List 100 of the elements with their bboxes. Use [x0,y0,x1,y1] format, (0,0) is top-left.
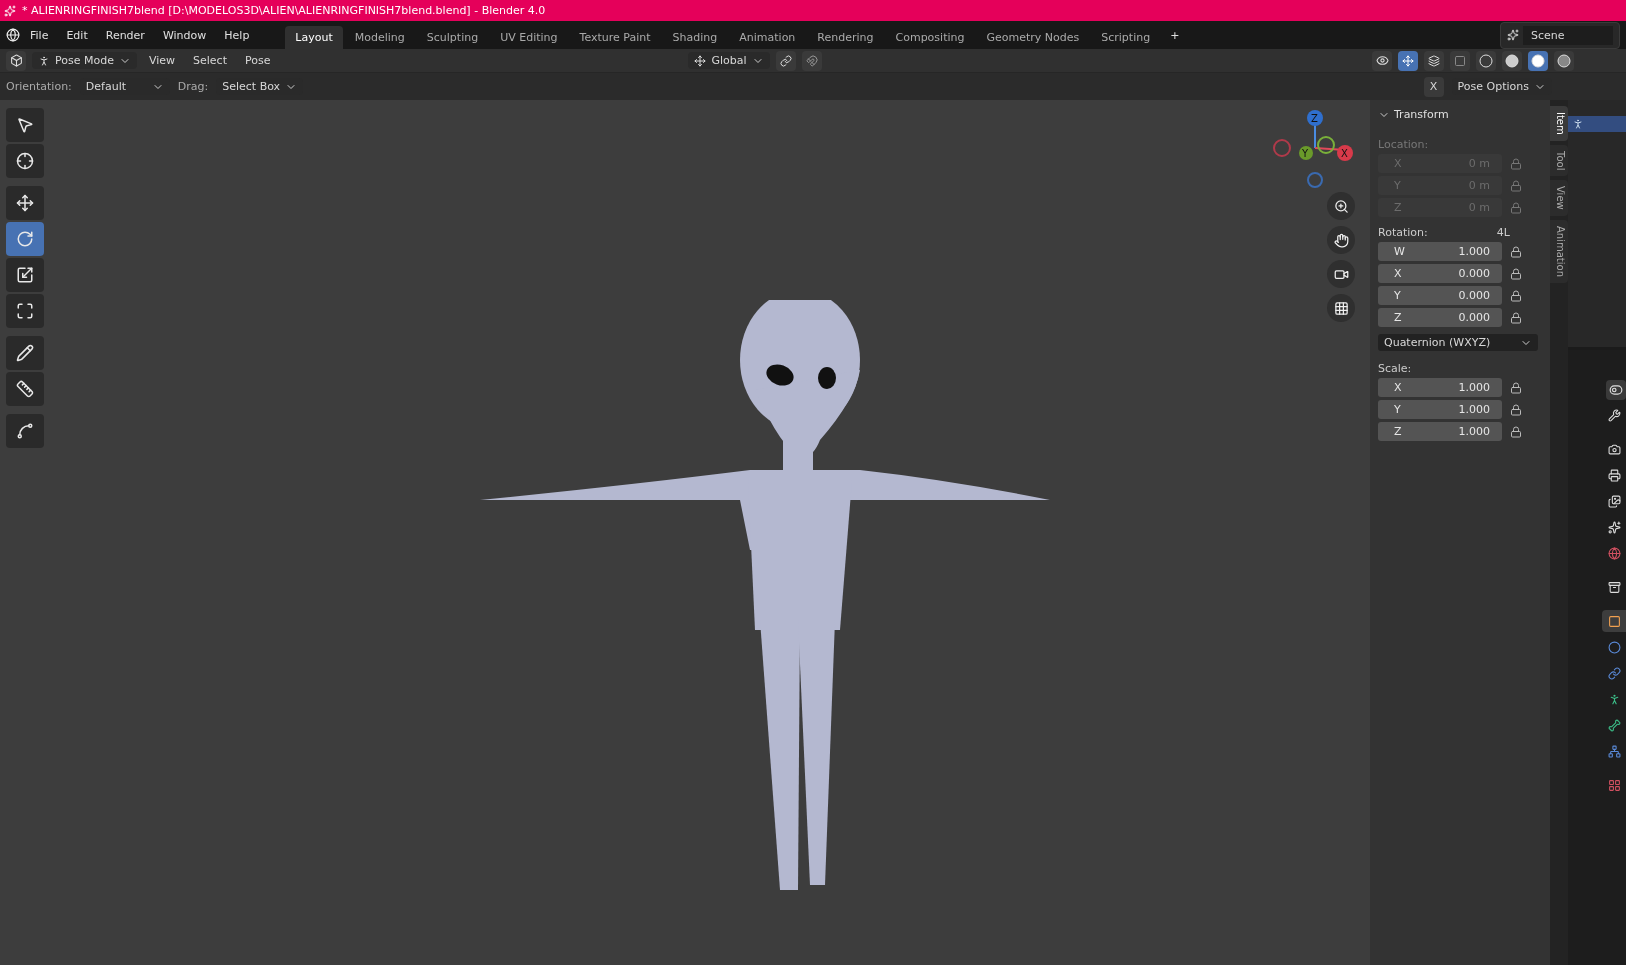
mode-dropdown[interactable]: Pose Mode [32,52,137,69]
lock-icon[interactable] [1510,311,1522,324]
gizmo-icon [1402,54,1414,67]
lock-icon[interactable] [1510,289,1522,302]
number-field[interactable]: Z 0.000 [1378,308,1502,327]
cursor-tool-icon [16,152,34,170]
editor-type-button[interactable] [6,50,26,71]
lock-icon[interactable] [1510,245,1522,258]
printer-icon [1607,468,1621,482]
axes-icon [694,54,707,67]
section-label: Scale: [1378,362,1413,375]
header-menu[interactable]: Pose [239,52,277,69]
select-tool-icon [16,116,34,134]
lock-toggle[interactable]: 4L [1496,226,1510,239]
sphere-icon [1479,53,1493,68]
tool-button[interactable] [6,372,44,406]
section-label: Location: [1378,138,1430,151]
sidebar-tab[interactable]: Tool [1550,144,1568,177]
tool-button[interactable] [6,414,44,448]
pivot-button[interactable] [775,50,796,71]
add-workspace-button[interactable]: + [1162,25,1188,45]
header-menu[interactable]: View [142,52,182,69]
scene-name[interactable]: Scene [1523,25,1613,45]
lock-icon[interactable] [1510,179,1522,192]
workspace-tab[interactable]: UV Editing [490,26,568,49]
workspace-tab[interactable]: Geometry Nodes [976,26,1090,49]
panel-title[interactable]: Transform [1394,108,1449,121]
sidebar-tab[interactable]: Animation [1550,219,1568,283]
header-menu[interactable]: Select [187,52,233,69]
ortho-button[interactable] [1327,294,1355,322]
snap-button[interactable] [801,50,822,71]
wrench-icon [1607,408,1621,422]
tool-button[interactable] [6,258,44,292]
workspace-tab[interactable]: Compositing [885,26,975,49]
hand-icon [1333,232,1349,248]
eye-icon [1375,54,1389,67]
z-axis-ball[interactable]: Z [1307,110,1323,126]
overlay-button[interactable] [1424,50,1444,71]
number-field[interactable]: X 0.000 [1378,264,1502,283]
window-title: * ALIENRINGFINISH7blend [D:\MODELOS3D\ALIEN\ALIENRINGFINISH7blend.blend] - Blender 4.0 [22,4,546,17]
camera-view-button[interactable] [1327,260,1355,288]
workspace-tab[interactable]: Texture Paint [569,26,661,49]
scene-icon [1507,29,1519,41]
scene-selector[interactable]: Scene [1500,21,1620,49]
move-tool-icon [16,194,34,212]
properties-tab[interactable] [1602,610,1626,632]
visibility-button[interactable] [1372,50,1392,71]
x-axis-ball[interactable]: X [1337,145,1353,161]
workspace-tab[interactable]: Layout [285,26,343,49]
tool-button[interactable] [6,108,44,142]
xray-button[interactable] [1450,50,1470,71]
number-field[interactable]: Y 1.000 [1378,400,1502,419]
shading-button[interactable] [1528,50,1548,71]
pan-button[interactable] [1327,226,1355,254]
shading-button[interactable] [1476,50,1496,71]
menu-item[interactable]: Render [97,25,153,45]
workspace-tab[interactable]: Sculpting [416,26,489,49]
app-icon [4,4,16,17]
menu-item[interactable]: Help [216,25,258,45]
sidebar-tab[interactable]: View [1550,180,1568,216]
tool-button[interactable] [6,144,44,178]
workspace-tab[interactable]: Shading [662,26,728,49]
menu-item[interactable]: File [22,25,57,45]
tool-button[interactable] [6,336,44,370]
tool-button[interactable] [6,186,44,220]
tool-button[interactable] [6,294,44,328]
mirror-x-button[interactable]: X [1423,76,1444,97]
workspace-tab[interactable]: Modeling [344,26,415,49]
shading-button[interactable] [1502,50,1522,71]
lock-icon[interactable] [1510,425,1522,438]
checker-icon [1607,778,1621,792]
number-field[interactable]: X 1.000 [1378,378,1502,397]
workspace-tab[interactable]: Rendering [807,26,884,49]
workspace-tab[interactable]: Animation [729,26,806,49]
square-icon [1454,54,1466,67]
lock-icon[interactable] [1510,267,1522,280]
rotation-mode-dropdown[interactable]: Quaternion (WXYZ) [1378,334,1538,351]
magnet-icon [805,54,818,67]
sphere-icon [1505,53,1519,68]
menu-item[interactable]: Window [154,25,215,45]
link-icon [1607,666,1621,680]
lock-icon[interactable] [1510,157,1522,170]
lock-icon[interactable] [1510,381,1522,394]
menu-item[interactable]: Edit [58,25,96,45]
number-field[interactable]: Z 1.000 [1378,422,1502,441]
section-label: Rotation: [1378,226,1428,239]
overlay-icon [1428,54,1440,67]
y-axis-ball[interactable]: Y [1299,146,1313,160]
lock-icon[interactable] [1510,201,1522,214]
zoom-button[interactable] [1327,192,1355,220]
number-field[interactable]: W 1.000 [1378,242,1502,261]
orientation-dropdown[interactable]: Global [688,52,770,69]
gizmo-button[interactable] [1398,50,1418,71]
number-field[interactable]: Y 0.000 [1378,286,1502,305]
editor-type-button[interactable] [1606,380,1626,400]
sidebar-tab[interactable]: Item [1550,106,1568,141]
workspace-tab[interactable]: Scripting [1091,26,1161,49]
lock-icon[interactable] [1510,403,1522,416]
annotate-tool-icon [16,344,34,362]
shading-button[interactable] [1554,50,1574,71]
